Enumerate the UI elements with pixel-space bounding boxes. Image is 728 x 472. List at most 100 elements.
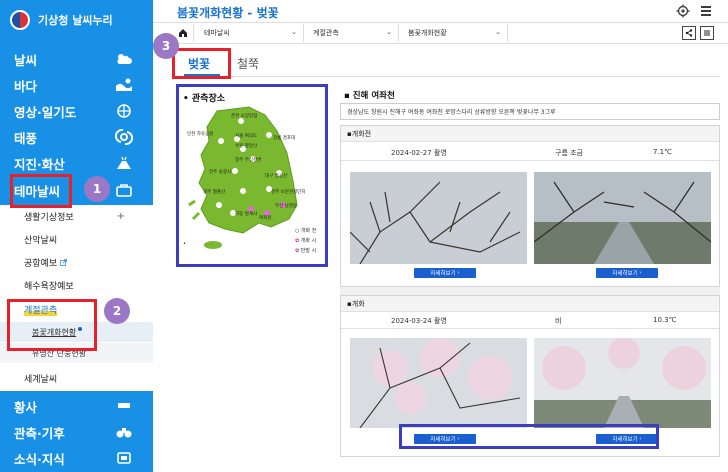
kma-logo-icon	[10, 10, 30, 30]
sidebar-item-typhoon[interactable]: 태풍	[0, 124, 153, 150]
theme-weather-submenu: 생활기상정보 + 산악날씨 공항예보 해수욕장예보 계절관측 봄꽃개화현황 유명…	[0, 205, 153, 391]
map-label-gangneung: 강릉 경포대	[273, 136, 296, 141]
photo-date: 2024-03-24 촬영	[391, 317, 447, 325]
map-label-hadong: 하동 쌍계사	[235, 212, 258, 217]
cherry-photo-before-2[interactable]	[534, 172, 711, 264]
breadcrumb-label: 계절관측	[313, 29, 339, 37]
tab-baseline	[172, 76, 720, 77]
photo-date: 2024-02-27 촬영	[391, 149, 447, 157]
logo-text: 기상청 날씨누리	[38, 14, 113, 27]
dust-icon	[118, 403, 130, 408]
annotation-box-theme-weather	[10, 174, 72, 208]
submenu-label: 산악날씨	[24, 235, 58, 246]
share-button[interactable]	[682, 26, 696, 40]
sidebar-item-yellow-dust[interactable]: 황사	[0, 393, 153, 419]
info-row: 2024-03-24 촬영 비 10.3℃	[341, 313, 719, 329]
map-label-jeonju: 전주 송광사	[209, 170, 232, 175]
legend-full-bloom: ✿ 만발 시	[295, 248, 317, 254]
sidebar: 기상청 날씨누리 날씨 바다 영상·일기도 태풍 지진·화산 테마날씨 생활기상…	[0, 0, 153, 472]
map-label-incheon: 인천 자유공원	[187, 132, 214, 137]
submenu-label: 공항예보	[24, 258, 58, 269]
detail-button-before-1[interactable]: 자세히보기 ›	[414, 268, 476, 278]
sidebar-item-news-knowledge[interactable]: 소식·지식	[0, 445, 153, 471]
print-button[interactable]	[700, 26, 714, 40]
sidebar-item-label: 영상·일기도	[14, 104, 77, 120]
sidebar-item-label: 지진·화산	[14, 156, 65, 172]
submenu-label: 해수욕장예보	[24, 281, 74, 292]
submenu-label: 생활기상정보	[24, 212, 74, 223]
wave-icon	[116, 78, 132, 91]
briefcase-icon	[116, 184, 132, 197]
chevron-down-icon: ⌄	[495, 28, 501, 36]
weather-text: 비	[555, 317, 562, 325]
tab-azalea[interactable]: 철쭉	[237, 55, 259, 72]
sidebar-item-sea[interactable]: 바다	[0, 72, 153, 98]
location-description: 경상남도 창원시 진해구 여좌동 여좌천 로망스다리 상류방향 오른쪽 벚꽃나무…	[340, 103, 720, 120]
cherry-photo-bloom-2[interactable]	[534, 338, 711, 428]
sidebar-item-label: 바다	[14, 78, 38, 94]
expand-plus-icon[interactable]: +	[117, 211, 125, 222]
observation-map-panel: • 관측장소 • 춘천 소양강댐 인천 자유공원 서울 여의도 수원 팔달산 청…	[176, 84, 328, 267]
hamburger-menu-icon[interactable]	[699, 4, 713, 18]
detail-button-before-2[interactable]: 자세히보기 ›	[596, 268, 658, 278]
typhoon-icon	[115, 129, 133, 145]
submenu-item-beach[interactable]: 해수욕장예보	[0, 274, 153, 296]
map-label-cheongju: 청주 무심천변	[235, 158, 262, 163]
annotation-box-tab	[172, 48, 231, 79]
sidebar-item-weather[interactable]: 날씨	[0, 46, 153, 72]
logo[interactable]: 기상청 날씨누리	[0, 0, 153, 40]
step-badge-1: 1	[84, 176, 110, 202]
map-label-chuncheon: 춘천 소양강댐	[231, 114, 258, 119]
cherry-photo-bloom-1[interactable]	[350, 338, 527, 428]
section-divider	[340, 287, 720, 295]
map-label-gwangju: 광주 월출산	[203, 190, 226, 195]
home-icon	[178, 29, 187, 37]
section-header: ▪ 개화	[341, 296, 719, 312]
section-header: ▪ 개화전	[341, 126, 719, 142]
breadcrumb-select-theme[interactable]: 테마날씨 ⌄	[196, 24, 304, 42]
submenu-item-airport[interactable]: 공항예보	[0, 251, 153, 273]
submenu-item-world-weather[interactable]: 세계날씨	[0, 367, 153, 389]
list-icon	[704, 30, 710, 36]
page-root: 기상청 날씨누리 날씨 바다 영상·일기도 태풍 지진·화산 테마날씨 생활기상…	[0, 0, 728, 472]
legend-blooming: ✿ 개화 시	[295, 238, 317, 244]
submenu-label: 세계날씨	[24, 374, 58, 385]
share-icon	[685, 29, 693, 37]
annotation-box-detail-buttons	[399, 424, 659, 449]
temperature: 7.1℃	[653, 148, 672, 156]
page-title: 봄꽃개화현황 - 벚꽃	[177, 6, 279, 20]
external-link-icon	[60, 258, 68, 266]
legend-before-bloom: ○ 개화 전	[295, 228, 317, 234]
submenu-item-mountain[interactable]: 산악날씨	[0, 228, 153, 250]
breadcrumb-select-flower[interactable]: 봄꽃개화현황 ⌄	[400, 24, 508, 42]
sidebar-item-label: 소식·지식	[14, 451, 65, 467]
binoculars-icon	[116, 428, 132, 438]
sidebar-item-video-map[interactable]: 영상·일기도	[0, 98, 153, 124]
sidebar-item-earthquake[interactable]: 지진·화산	[0, 150, 153, 176]
sidebar-item-label: 태풍	[14, 130, 38, 146]
temperature: 10.3℃	[653, 316, 677, 324]
chevron-down-icon: ⌄	[291, 28, 297, 36]
weather-text: 구름 조금	[555, 149, 583, 157]
volcano-icon	[117, 156, 131, 169]
news-icon	[117, 452, 131, 464]
submenu-item-life-weather[interactable]: 생활기상정보 +	[0, 205, 153, 227]
sidebar-item-observation-climate[interactable]: 관측·기후	[0, 419, 153, 445]
map-label-yeojwacheon: 여좌천	[259, 216, 272, 221]
map-label-busan: 부산 남천동	[275, 204, 298, 209]
sidebar-item-label: 황사	[14, 399, 38, 415]
annotation-box-season-obs	[7, 299, 97, 351]
cherry-photo-before-1[interactable]	[350, 172, 527, 264]
map-label-daegu: 대구 팔공산	[265, 174, 288, 179]
svg-text:•: •	[183, 241, 186, 247]
step-badge-3: 3	[153, 33, 179, 59]
step-badge-2: 2	[104, 298, 130, 324]
cloud-sun-icon	[117, 54, 132, 64]
settings-gear-icon[interactable]	[676, 4, 690, 18]
location-title: ▪ 진해 여좌천	[344, 91, 395, 101]
info-row: 2024-02-27 촬영 구름 조금 7.1℃	[341, 145, 719, 161]
sidebar-item-label: 관측·기후	[14, 425, 65, 441]
chevron-down-icon: ⌄	[386, 28, 392, 36]
breadcrumb-label: 테마날씨	[204, 29, 230, 37]
breadcrumb-select-season[interactable]: 계절관측 ⌄	[305, 24, 399, 42]
